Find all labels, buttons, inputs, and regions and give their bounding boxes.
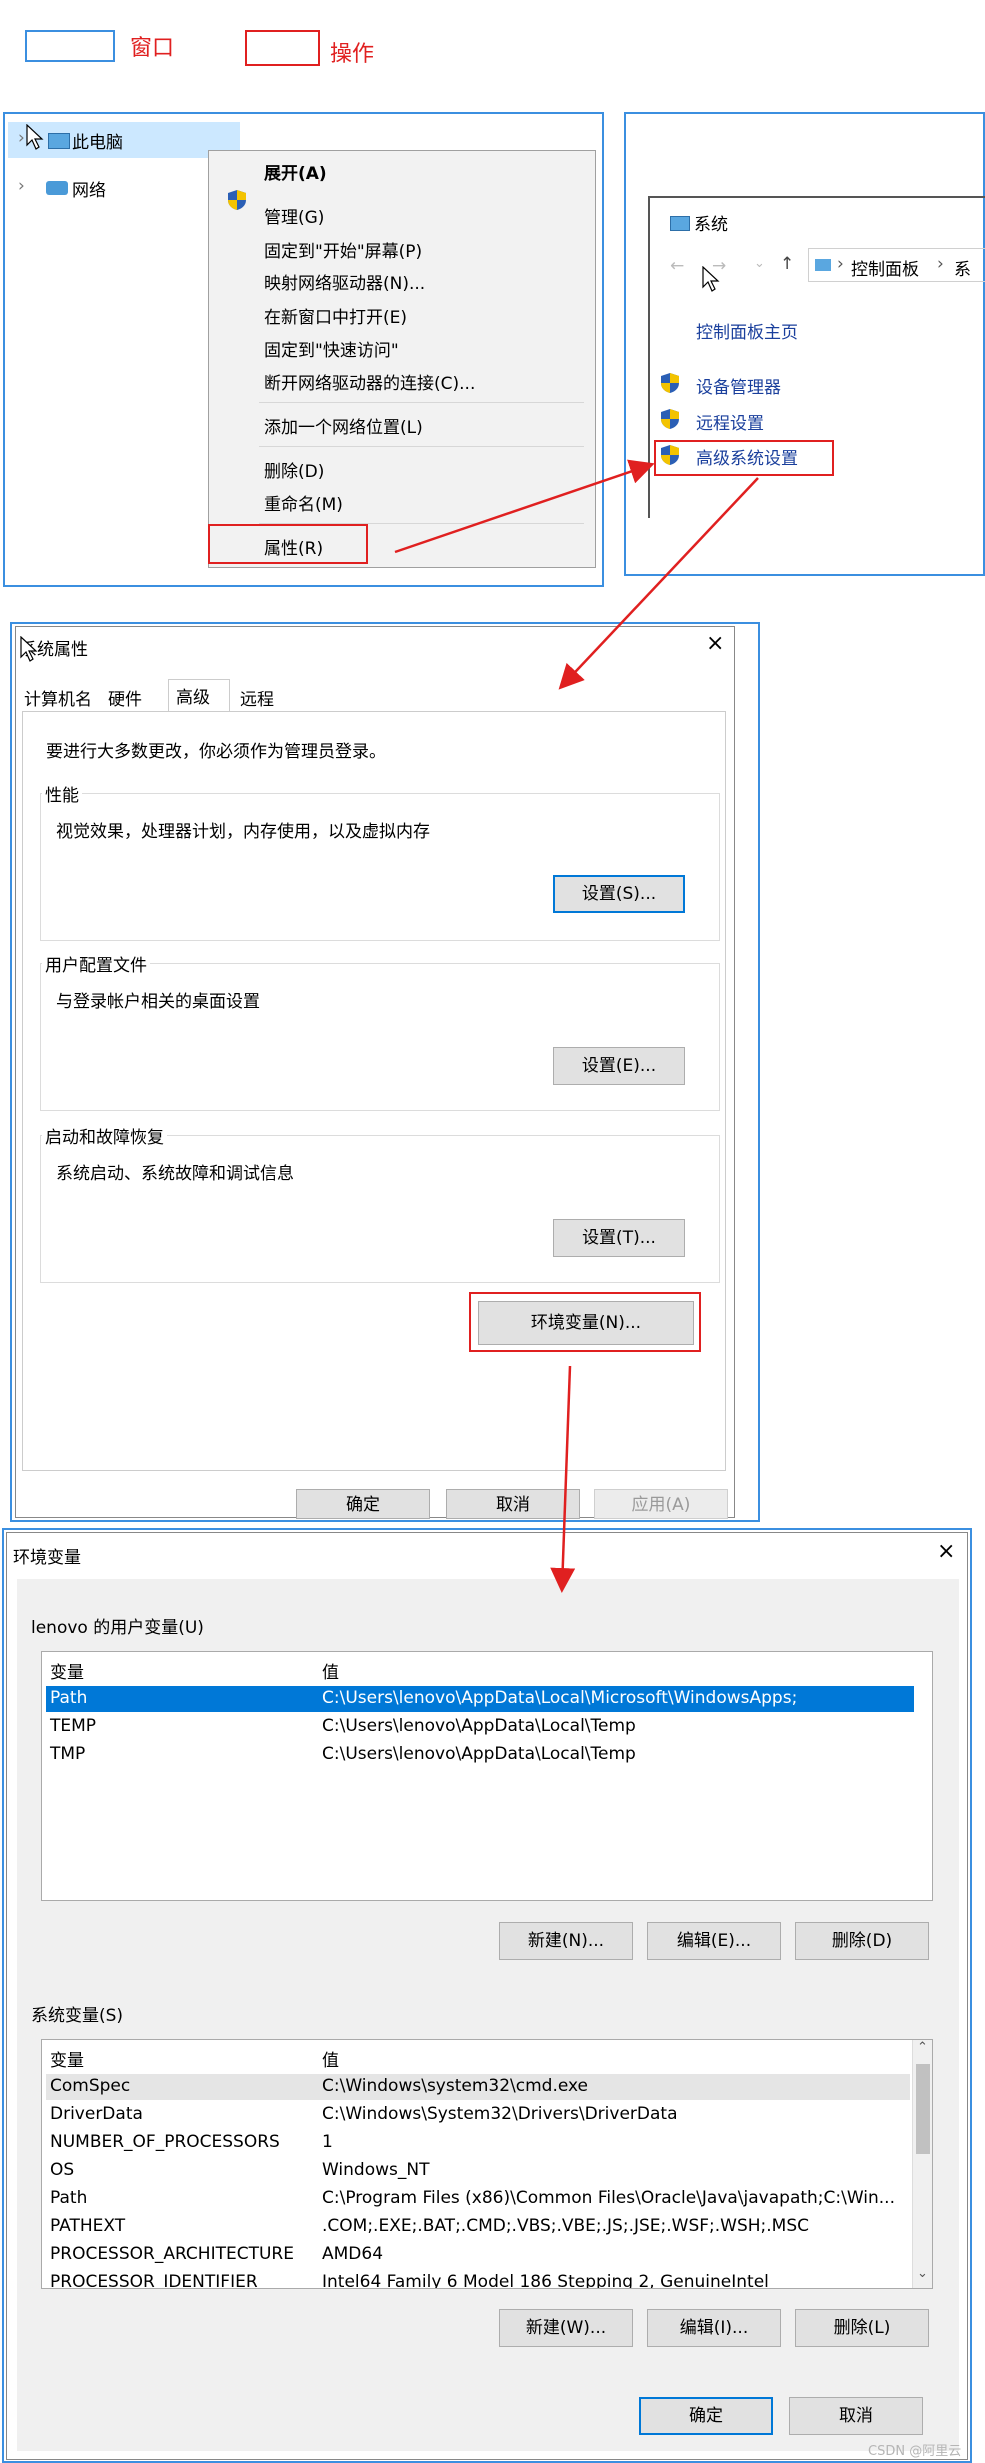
cursor-icon bbox=[702, 266, 720, 292]
arrow-advanced-to-sysprops bbox=[558, 477, 759, 690]
arrow-properties-to-system bbox=[394, 459, 655, 554]
annotation-arrows bbox=[394, 459, 759, 1593]
arrow-env-to-envvars bbox=[550, 1365, 576, 1593]
cursor-icon bbox=[20, 636, 38, 662]
cursor-icon bbox=[26, 124, 44, 150]
